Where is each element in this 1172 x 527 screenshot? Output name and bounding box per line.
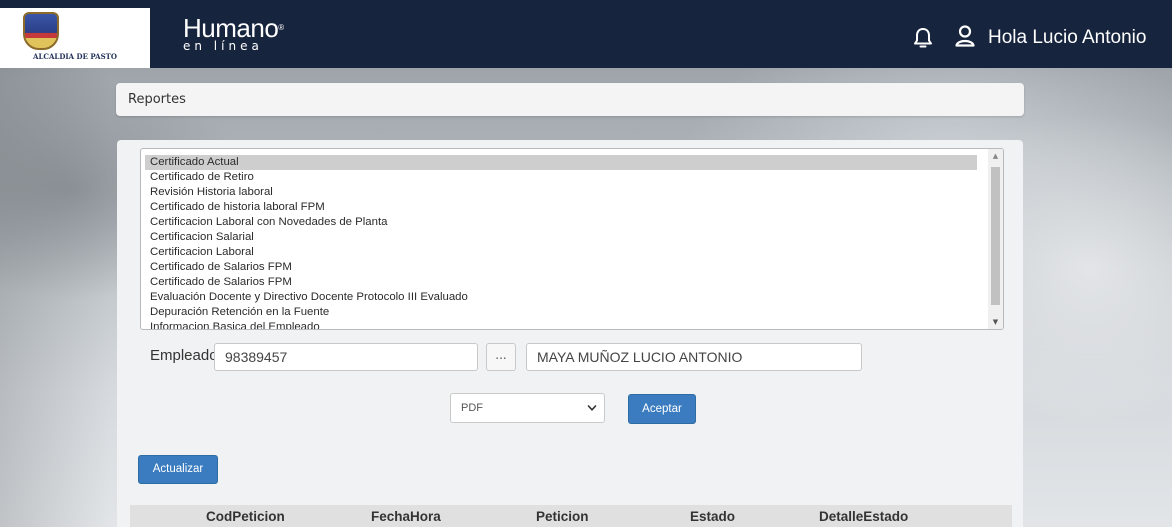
user-profile-button[interactable] [954,24,976,48]
report-option[interactable]: Certificacion Salarial [145,230,977,245]
column-header-peticion[interactable]: Peticion [536,509,589,524]
report-option[interactable]: Certificado Actual [145,155,977,170]
column-header-fechahora[interactable]: FechaHora [371,509,441,524]
report-option[interactable]: Certificado de Salarios FPM [145,260,977,275]
user-icon [955,25,975,47]
column-header-codpeticion[interactable]: CodPeticion [206,509,285,524]
report-option[interactable]: Informacion Basica del Empleado [145,320,977,329]
accept-button[interactable]: Aceptar [628,394,696,424]
chevron-down-icon [587,405,597,411]
requests-table-header: CodPeticion FechaHora Peticion Estado De… [130,505,1012,527]
employee-code-input[interactable]: 98389457 [214,343,478,371]
report-option[interactable]: Certificado de Retiro [145,170,977,185]
page-title: Reportes [128,92,186,107]
scroll-down-arrow-icon[interactable]: ▼ [988,315,1003,329]
bell-icon [914,28,932,48]
report-option[interactable]: Certificacion Laboral [145,245,977,260]
listbox-scrollbar[interactable]: ▲ ▼ [988,149,1003,329]
notifications-button[interactable] [912,26,934,50]
report-option[interactable]: Certificacion Laboral con Novedades de P… [145,215,977,230]
column-header-detalleestado[interactable]: DetalleEstado [819,509,908,524]
coat-of-arms-icon [23,12,59,50]
report-list-items: Certificado Actual Certificado de Retiro R… [145,155,977,329]
scrollbar-thumb[interactable] [991,167,1000,305]
report-option[interactable]: Certificado de Salarios FPM [145,275,977,290]
breadcrumb: Reportes [116,83,1024,116]
municipality-logo[interactable]: ALCALDIA DE PASTO [0,8,150,68]
report-option[interactable]: Depuración Retención en la Fuente [145,305,977,320]
top-navbar: ALCALDIA DE PASTO Humano® en línea Hola … [0,0,1172,68]
brand-registered-mark: ® [278,23,284,32]
background-shade [0,68,110,527]
logo-caption: ALCALDIA DE PASTO [33,52,117,61]
format-select[interactable]: PDF [450,393,605,423]
column-header-estado[interactable]: Estado [690,509,735,524]
scroll-up-arrow-icon[interactable]: ▲ [988,149,1003,163]
report-option[interactable]: Revisión Historia laboral [145,185,977,200]
report-option[interactable]: Certificado de historia laboral FPM [145,200,977,215]
refresh-button[interactable]: Actualizar [138,455,218,484]
brand-logo[interactable]: Humano® en línea [183,15,284,52]
employee-label: Empleado [150,347,218,364]
format-select-value: PDF [461,402,483,414]
employee-name-field: MAYA MUÑOZ LUCIO ANTONIO [526,343,862,371]
report-type-listbox[interactable]: Certificado Actual Certificado de Retiro R… [140,148,1004,330]
user-greeting[interactable]: Hola Lucio Antonio [988,27,1146,49]
employee-lookup-button[interactable]: ... [486,343,516,371]
report-option[interactable]: Evaluación Docente y Directivo Docente P… [145,290,977,305]
